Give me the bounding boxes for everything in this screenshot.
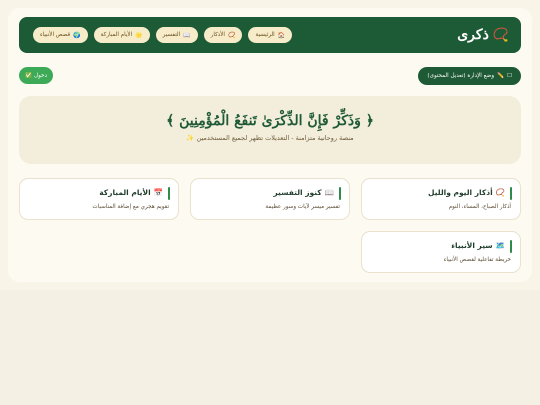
nav-tafsir-label: التفسير <box>162 32 181 38</box>
tile-title-text: سير الأنبياء <box>451 241 493 250</box>
tile-description: خريطة تفاعلية لقصص الأنبياء <box>443 257 511 263</box>
login-button[interactable]: ✅ دخول <box>19 67 53 84</box>
nav-home[interactable]: 🏠 الرئيسية <box>248 27 293 43</box>
star-icon: 🌟 <box>135 31 143 39</box>
tile-title: 📖 كنوز التفسير <box>200 186 340 199</box>
map-icon: 🗺️ <box>495 241 505 250</box>
tile-title: 📅 الأيام المباركة <box>29 186 169 199</box>
hero-verse: ﴿ وَذَكِّرْ فَإِنَّ الذِّكْرَىٰ تَنفَعُ … <box>166 113 374 129</box>
nav-adhkar-label: الأذكار <box>210 32 225 38</box>
tile-prophets[interactable]: 🗺️ سير الأنبياء خريطة تفاعلية لقصص الأنب… <box>361 231 521 273</box>
nav-prophets-label: قصص الأنبياء <box>40 32 71 38</box>
nav-tafsir[interactable]: 📖 التفسير <box>155 27 198 43</box>
tile-accent-bar <box>339 187 341 200</box>
nav-home-label: الرئيسية <box>255 32 275 38</box>
nav-blessed-days[interactable]: 🌟 الأيام المباركة <box>93 27 150 43</box>
book-icon: 📖 <box>324 188 334 197</box>
tile-adhkar[interactable]: 📿 أذكار اليوم والليل أذكار الصباح، المسا… <box>361 178 521 220</box>
admin-mode-label: وضع الإدارة (تعديل المحتوى) <box>427 73 495 79</box>
hero-subtitle: منصة روحانية متزامنة - التعديلات تظهر لج… <box>186 134 354 142</box>
prayer-beads-icon: 📿 <box>492 27 509 43</box>
tile-accent-bar <box>168 187 170 200</box>
main-nav: 🏠 الرئيسية 📿 الأذكار 📖 التفسير 🌟 الأيام … <box>33 27 293 43</box>
tile-title-text: كنوز التفسير <box>273 188 322 197</box>
globe-icon: 🌍 <box>73 31 81 39</box>
tile-title-text: الأيام المباركة <box>99 188 151 197</box>
tile-title: 🗺️ سير الأنبياء <box>371 239 511 252</box>
prayer-beads-icon: 📿 <box>227 31 236 39</box>
tile-accent-bar <box>510 240 512 253</box>
tile-blessed-days[interactable]: 📅 الأيام المباركة تقويم هجري مع إضافة ال… <box>19 178 179 220</box>
book-icon: 📖 <box>183 31 191 39</box>
page-footer-background <box>0 290 540 405</box>
nav-adhkar[interactable]: 📿 الأذكار <box>203 27 243 43</box>
tile-description: أذكار الصباح، المساء، النوم <box>448 204 511 210</box>
tile-tafsir[interactable]: 📖 كنوز التفسير تفسير ميسر لآيات وسور عظي… <box>190 178 350 220</box>
tile-description: تفسير ميسر لآيات وسور عظيمة <box>265 204 340 210</box>
top-navbar: 📿 ذكرى 🏠 الرئيسية 📿 الأذكار 📖 التفسير 🌟 … <box>19 17 521 53</box>
tile-title-text: أذكار اليوم والليل <box>428 188 493 197</box>
brand-name: ذكرى <box>457 27 489 43</box>
check-icon: ✅ <box>25 72 33 79</box>
home-icon: 🏠 <box>277 31 286 39</box>
admin-mode-toggle[interactable]: ☐ ✏️ وضع الإدارة (تعديل المحتوى) <box>418 67 521 85</box>
nav-prophets[interactable]: 🌍 قصص الأنبياء <box>33 27 88 43</box>
nav-blessed-days-label: الأيام المباركة <box>100 32 133 38</box>
tile-title: 📿 أذكار اليوم والليل <box>371 186 511 199</box>
hero-banner: ﴿ وَذَكِّرْ فَإِنَّ الذِّكْرَىٰ تَنفَعُ … <box>19 96 521 164</box>
checkbox-icon[interactable]: ☐ <box>507 73 512 79</box>
brand-logo[interactable]: 📿 ذكرى <box>457 27 509 43</box>
controls-row: ☐ ✏️ وضع الإدارة (تعديل المحتوى) ✅ دخول <box>19 67 521 85</box>
login-label: دخول <box>34 72 47 79</box>
tile-description: تقويم هجري مع إضافة المناسبات <box>92 204 169 210</box>
pencil-icon: ✏️ <box>497 73 504 79</box>
prayer-beads-icon: 📿 <box>495 188 505 197</box>
calendar-icon: 📅 <box>153 188 163 197</box>
tile-accent-bar <box>510 187 512 200</box>
